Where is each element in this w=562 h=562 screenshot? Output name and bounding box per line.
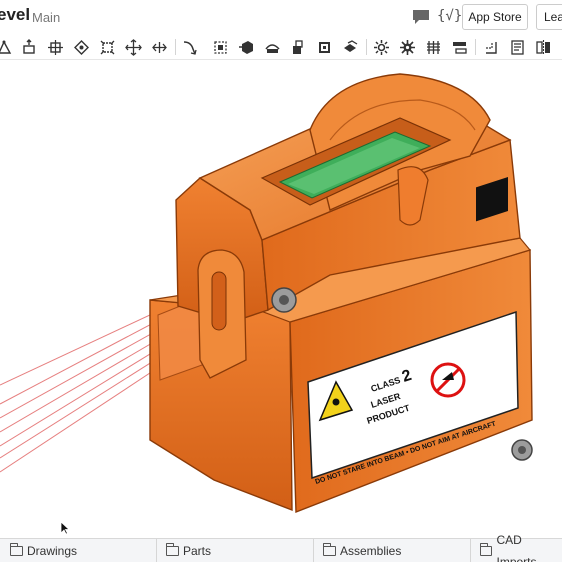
mouse-cursor-icon <box>60 521 70 535</box>
mate-connector-icon[interactable] <box>507 37 527 57</box>
tab-parts[interactable]: Parts <box>157 539 314 562</box>
shell-icon[interactable] <box>262 37 282 57</box>
branch-name[interactable]: Main <box>32 10 60 25</box>
tab-parts-label: Parts <box>183 544 212 558</box>
thicken-icon[interactable] <box>123 37 143 57</box>
transform-icon[interactable] <box>397 37 417 57</box>
cad-imports-folder-icon <box>479 543 493 556</box>
pattern-icon[interactable] <box>423 37 443 57</box>
variable-icon[interactable]: {√} <box>437 8 462 24</box>
bottom-tab-bar: Drawings Parts Assemblies CAD Imports <box>0 533 562 562</box>
rib-icon[interactable] <box>314 37 334 57</box>
drawings-folder-icon <box>9 543 23 556</box>
feature-toolbar <box>0 34 562 60</box>
toolbar-separator <box>366 39 367 55</box>
chamfer-icon[interactable] <box>210 37 230 57</box>
graphics-viewport[interactable]: CLASS 2 LASER PRODUCT DO NOT STARE INTO … <box>0 60 562 538</box>
document-title[interactable]: evel <box>0 5 30 25</box>
boolean-icon[interactable] <box>340 37 360 57</box>
loft-icon[interactable] <box>97 37 117 57</box>
tab-assemblies[interactable]: Assemblies <box>314 539 471 562</box>
assemblies-folder-icon <box>322 543 336 556</box>
parts-folder-icon <box>165 543 179 556</box>
tab-assemblies-label: Assemblies <box>340 544 402 558</box>
toolbar-separator <box>175 39 176 55</box>
tab-cad-imports-label: CAD Imports <box>496 533 537 562</box>
sketch-icon[interactable] <box>0 37 14 57</box>
toolbar-separator <box>475 39 476 55</box>
plane-icon[interactable] <box>533 37 553 57</box>
helix-icon[interactable] <box>480 37 500 57</box>
split-icon[interactable] <box>371 37 391 57</box>
mirror-icon[interactable] <box>449 37 469 57</box>
fillet-icon[interactable] <box>179 37 199 57</box>
laser-level-model[interactable]: CLASS 2 LASER PRODUCT DO NOT STARE INTO … <box>0 60 562 538</box>
comment-icon[interactable] <box>411 8 431 26</box>
tab-drawings-label: Drawings <box>27 544 78 558</box>
extrude-icon[interactable] <box>19 37 39 57</box>
sweep-icon[interactable] <box>71 37 91 57</box>
enclose-icon[interactable] <box>149 37 169 57</box>
revolve-icon[interactable] <box>45 37 65 57</box>
document-header: evel Main {√} App Store Lea <box>0 0 562 34</box>
app-store-button[interactable]: App Store <box>462 4 528 30</box>
tab-drawings[interactable]: Drawings <box>0 539 157 562</box>
hole-icon[interactable] <box>288 37 308 57</box>
draft-icon[interactable] <box>236 37 256 57</box>
learning-center-button[interactable]: Lea <box>536 4 562 30</box>
tab-cad-imports[interactable]: CAD Imports <box>471 533 562 562</box>
